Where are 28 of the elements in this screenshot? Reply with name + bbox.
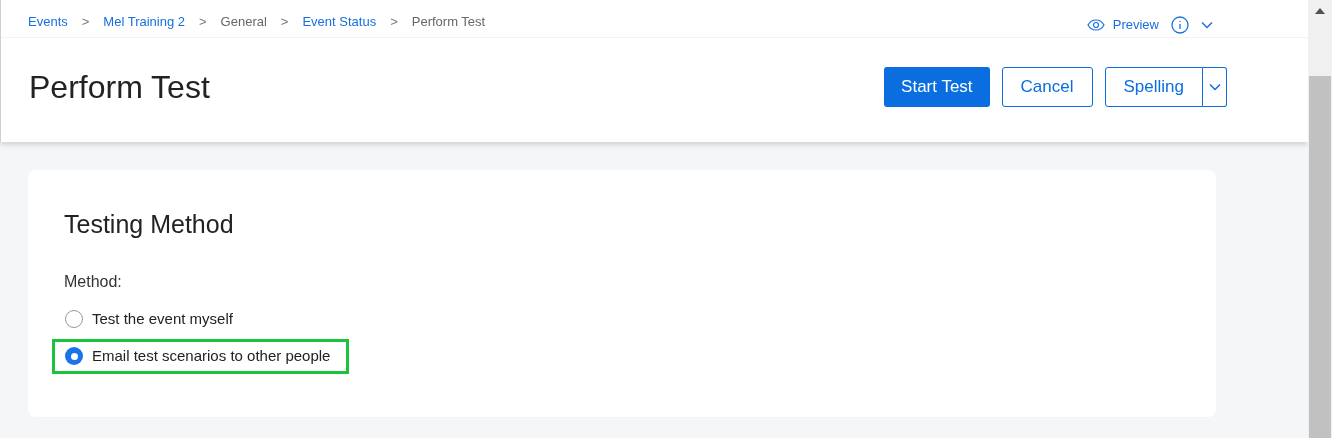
eye-icon: [1086, 18, 1105, 31]
radio-button[interactable]: [65, 310, 83, 328]
field-label: Method:: [64, 271, 123, 292]
breadcrumb-link[interactable]: Mel Training 2: [103, 11, 185, 32]
breadcrumb-item: Perform Test: [411, 12, 486, 31]
spelling-button[interactable]: Spelling: [1104, 67, 1203, 107]
radio-label: Email test scenarios to other people: [92, 345, 331, 366]
preview-button[interactable]: Preview: [1086, 14, 1159, 35]
section-title: Testing Method: [64, 209, 235, 240]
breadcrumb-item: General: [220, 12, 267, 31]
info-icon[interactable]: [1171, 15, 1189, 34]
breadcrumb-link[interactable]: Events: [28, 11, 68, 32]
cancel-button[interactable]: Cancel: [1001, 67, 1093, 107]
radio-button[interactable]: [65, 347, 83, 365]
start-test-button[interactable]: Start Test: [884, 67, 990, 107]
chevron-down-icon: [1201, 20, 1213, 29]
scrollbar[interactable]: [1308, 0, 1332, 438]
page-title: Perform Test: [29, 68, 210, 107]
breadcrumb-separator: >: [390, 12, 398, 31]
scroll-up-icon[interactable]: [1315, 8, 1325, 14]
radio-label: Test the event myself: [92, 308, 233, 329]
breadcrumb-separator: >: [280, 12, 289, 31]
chevron-down-icon: [1208, 83, 1221, 91]
breadcrumb-link[interactable]: Event Status: [302, 11, 377, 32]
breadcrumb-separator: >: [81, 12, 90, 31]
breadcrumb-separator: >: [199, 12, 207, 31]
dropdown-button[interactable]: [1203, 67, 1227, 107]
scrollbar-thumb[interactable]: [1309, 76, 1331, 438]
